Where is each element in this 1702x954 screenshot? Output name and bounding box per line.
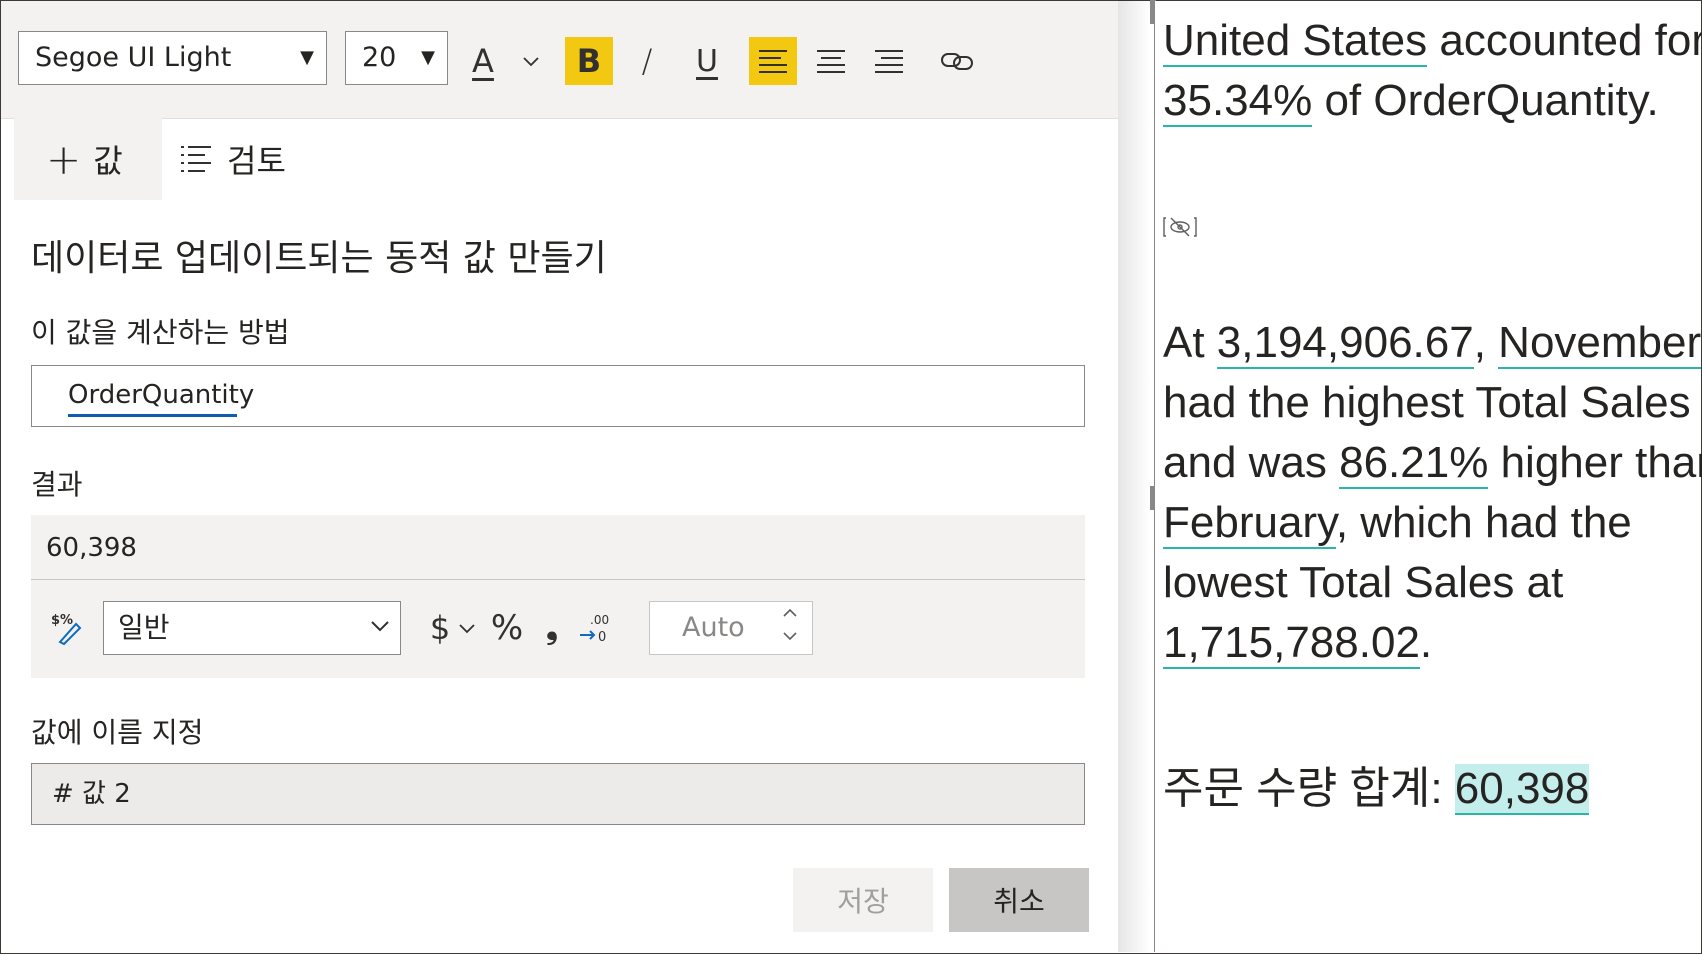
bold-icon: B — [576, 42, 602, 80]
tab-add-value-label: 값 — [93, 142, 123, 180]
decimal-places-icon: .00 0 — [580, 613, 609, 645]
dropdown-arrow-icon: ▼ — [300, 47, 314, 68]
align-center-button[interactable] — [807, 37, 855, 85]
divider — [31, 579, 1085, 580]
percent-icon: % — [490, 608, 524, 648]
plus-icon: + — [46, 134, 82, 184]
currency-menu-button[interactable] — [455, 603, 479, 653]
svg-text:0: 0 — [598, 630, 606, 645]
format-row: $% 일반 $ % ❟ .00 0 Auto — [31, 601, 1085, 657]
narrative-line: 35.34% of OrderQuantity. — [1163, 71, 1659, 131]
narrative-text: . — [1419, 618, 1433, 667]
dynamic-value-panel: Segoe UI Light ▼ 20 ▼ A B / U + 값 검토 데이터… — [1, 1, 1118, 952]
calc-method-label: 이 값을 계산하는 방법 — [31, 316, 290, 349]
tab-review[interactable]: 검토 — [179, 118, 329, 200]
narrative-text: , — [1473, 318, 1499, 367]
chevron-down-icon — [370, 602, 390, 672]
dynamic-value[interactable]: 86.21% — [1339, 438, 1489, 489]
decimal-places-button[interactable]: .00 0 — [577, 603, 613, 653]
result-area: 60,398 $% 일반 $ % ❟ .00 0 Auto — [31, 515, 1085, 678]
page-title: 데이터로 업데이트되는 동적 값 만들기 — [31, 238, 607, 279]
font-family-dropdown[interactable]: Segoe UI Light ▼ — [18, 31, 327, 85]
value-name-label: 값에 이름 지정 — [31, 716, 204, 749]
dynamic-value[interactable]: United States — [1163, 16, 1428, 67]
result-label: 결과 — [31, 468, 83, 501]
font-family-value: Segoe UI Light — [35, 42, 232, 73]
align-left-icon — [759, 50, 787, 73]
thousands-separator-button[interactable]: ❟ — [537, 603, 567, 653]
panel-shadow — [1118, 0, 1150, 952]
field-underline — [68, 414, 237, 417]
result-value: 60,398 — [46, 533, 137, 563]
narrative-line: United States accounted for — [1163, 11, 1702, 71]
dynamic-value[interactable]: 1,715,788.02 — [1163, 618, 1420, 669]
align-center-icon — [817, 50, 845, 73]
bold-button[interactable]: B — [565, 37, 613, 85]
dynamic-value-selected[interactable]: 60,398 — [1454, 764, 1590, 815]
font-color-button[interactable]: A — [459, 37, 507, 85]
spinner-up-icon[interactable] — [782, 606, 798, 622]
cancel-button[interactable]: 취소 — [949, 868, 1089, 932]
narrative-text: , which had the — [1335, 498, 1632, 547]
underline-icon: U — [696, 43, 718, 79]
link-icon — [941, 53, 973, 70]
tab-review-label: 검토 — [227, 142, 286, 180]
tab-add-value[interactable]: + 값 — [14, 118, 162, 200]
format-painter-button[interactable]: $% — [47, 603, 87, 653]
narrative-line: 주문 수량 합계: 60,398 — [1163, 759, 1590, 819]
narrative-visual: United States accounted for 35.34% of Or… — [1154, 1, 1702, 952]
currency-icon: $ — [429, 609, 451, 647]
narrative-line: and was 86.21% higher than — [1163, 433, 1702, 493]
hidden-visual-icon — [1163, 217, 1197, 237]
chevron-down-icon — [459, 624, 475, 634]
review-list-icon — [181, 146, 211, 172]
dynamic-value[interactable]: 35.34% — [1163, 76, 1313, 127]
narrative-line: lowest Total Sales at — [1163, 558, 1564, 607]
align-right-button[interactable] — [865, 37, 913, 85]
percent-button[interactable]: % — [487, 603, 527, 653]
panel-tabs: + 값 검토 — [1, 118, 1118, 200]
italic-button[interactable]: / — [623, 37, 671, 85]
calc-method-input[interactable]: OrderQuantity — [31, 365, 1085, 427]
svg-text:$%: $% — [51, 613, 73, 628]
italic-icon: / — [641, 42, 653, 80]
dropdown-arrow-icon: ▼ — [421, 47, 435, 68]
font-size-value: 20 — [362, 42, 397, 73]
underline-button[interactable]: U — [683, 37, 731, 85]
currency-button[interactable]: $ — [427, 603, 453, 653]
narrative-line: At 3,194,906.67, November — [1163, 313, 1702, 373]
narrative-text: higher than — [1488, 438, 1702, 487]
narrative-line: had the highest Total Sales — [1163, 378, 1691, 427]
value-name-input[interactable]: # 값 2 — [31, 763, 1085, 825]
chevron-down-icon — [523, 57, 539, 67]
format-currency-pencil-icon: $% — [51, 613, 82, 646]
font-color-menu-button[interactable] — [507, 37, 555, 85]
save-button[interactable]: 저장 — [793, 868, 933, 932]
align-right-icon — [875, 50, 903, 73]
narrative-line: 1,715,788.02. — [1163, 613, 1432, 673]
calc-method-value: OrderQuantity — [68, 380, 255, 410]
narrative-text: and was — [1163, 438, 1340, 487]
format-type-dropdown[interactable]: 일반 — [103, 601, 401, 655]
narrative-line: February, which had the — [1163, 493, 1632, 553]
narrative-text: of OrderQuantity. — [1312, 76, 1659, 125]
decimal-spinner-placeholder: Auto — [682, 612, 745, 643]
svg-text:.00: .00 — [590, 613, 609, 627]
format-type-value: 일반 — [118, 611, 170, 644]
spinner-down-icon[interactable] — [782, 629, 798, 645]
formatting-toolbar: Segoe UI Light ▼ 20 ▼ A B / U — [1, 1, 1118, 119]
decimal-spinner[interactable]: Auto — [649, 601, 813, 655]
dynamic-value[interactable]: November — [1498, 318, 1702, 369]
font-color-icon: A — [472, 42, 494, 80]
dynamic-value[interactable]: 3,194,906.67 — [1216, 318, 1474, 369]
narrative-text: 주문 수량 합계: — [1163, 764, 1455, 813]
align-left-button[interactable] — [749, 37, 797, 85]
dynamic-value[interactable]: February — [1163, 498, 1336, 549]
font-size-dropdown[interactable]: 20 ▼ — [345, 31, 448, 85]
insert-link-button[interactable] — [933, 37, 981, 85]
narrative-text: At — [1163, 318, 1217, 367]
value-name-value: # 값 2 — [52, 779, 131, 809]
comma-icon: ❟ — [546, 610, 558, 646]
narrative-text: accounted for — [1427, 16, 1702, 65]
